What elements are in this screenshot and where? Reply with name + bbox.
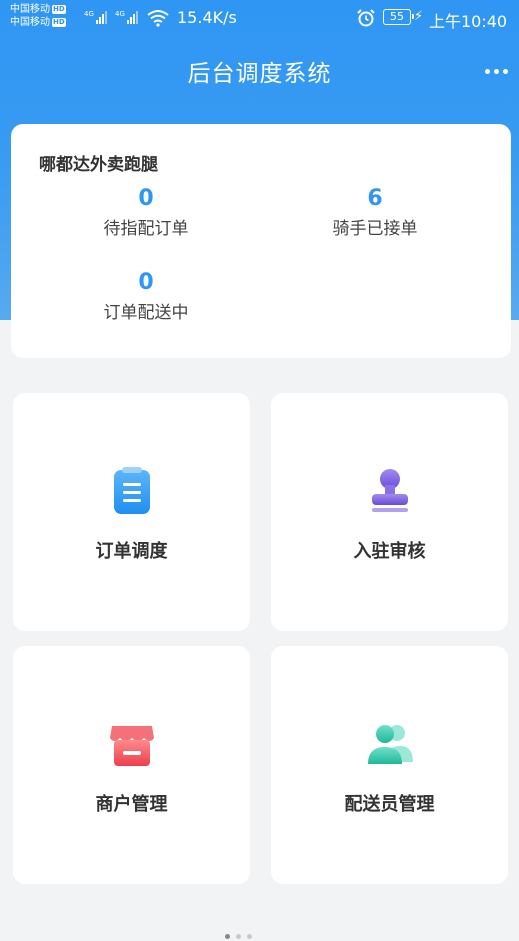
- hd-badge: HD: [52, 5, 66, 14]
- more-dot-icon: [494, 68, 499, 74]
- stat-value: 0: [138, 186, 154, 211]
- stat-label: 待指配订单: [103, 219, 189, 239]
- tile-label: 配送员管理: [344, 794, 435, 815]
- tile-label: 订单调度: [95, 541, 168, 562]
- storefront-icon: [110, 726, 154, 766]
- page-dot: [236, 934, 241, 939]
- stat-delivering[interactable]: 0 订单配送中: [56, 270, 236, 323]
- tile-merchant-management[interactable]: 商户管理: [13, 646, 250, 884]
- tile-label: 入驻审核: [353, 541, 426, 562]
- order-summary-card: 哪都达外卖跑腿 0 待指配订单 6 骑手已接单 0 订单配送中: [11, 124, 511, 358]
- carrier-name-2: 中国移动: [10, 17, 50, 28]
- stat-label: 骑手已接单: [332, 219, 418, 239]
- more-menu-button[interactable]: [485, 66, 513, 76]
- tile-courier-management[interactable]: 配送员管理: [271, 646, 508, 884]
- page-title: 后台调度系统: [187, 61, 332, 87]
- clipboard-list-icon: [114, 467, 150, 514]
- tile-entry-review[interactable]: 入驻审核: [271, 393, 508, 631]
- stat-label: 订单配送中: [103, 303, 189, 323]
- page-dot: [225, 934, 230, 939]
- tile-order-dispatch[interactable]: 订单调度: [13, 393, 250, 631]
- network-speed: 15.4K/s: [177, 8, 237, 27]
- status-bar: 中国移动 HD 中国移动 HD 4G 4G 15.4K/s 55 ⚡ 上午10:…: [0, 0, 519, 36]
- more-dot-icon: [503, 68, 508, 74]
- signal-icon: 4G: [84, 10, 107, 24]
- tile-label: 商户管理: [95, 794, 168, 815]
- charging-icon: ⚡: [414, 9, 424, 24]
- stat-value: 0: [138, 270, 154, 295]
- wifi-icon: [147, 10, 169, 27]
- stat-pending-assignment[interactable]: 0 待指配订单: [56, 186, 236, 239]
- stat-value: 6: [367, 186, 383, 211]
- store-name: 哪都达外卖跑腿: [39, 155, 158, 175]
- page-indicator: [225, 934, 252, 939]
- hd-badge: HD: [52, 18, 66, 27]
- stamp-icon: [372, 469, 408, 512]
- stat-rider-accepted[interactable]: 6 骑手已接单: [285, 186, 465, 239]
- more-dot-icon: [485, 68, 490, 74]
- users-icon: [368, 725, 413, 764]
- alarm-icon: [357, 9, 375, 27]
- battery-icon: 55: [383, 9, 414, 25]
- signal-icon: 4G: [115, 10, 138, 24]
- app-header: 后台调度系统: [0, 40, 519, 98]
- carrier-info: 中国移动 HD 中国移动 HD: [10, 3, 80, 29]
- carrier-name-1: 中国移动: [10, 4, 50, 15]
- status-time: 上午10:40: [429, 12, 508, 31]
- page-dot: [247, 934, 252, 939]
